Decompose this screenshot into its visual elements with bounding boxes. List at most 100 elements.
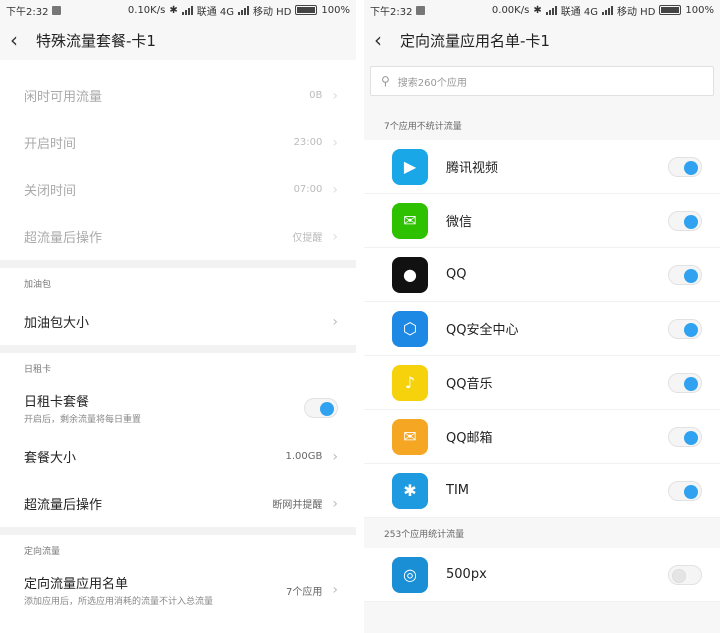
battery-icon <box>295 5 318 15</box>
network-speed: 0.10K/s <box>127 4 166 16</box>
signal-icon <box>181 5 193 15</box>
app-toggle[interactable] <box>668 210 702 231</box>
row-label: 日租卡套餐 <box>24 395 90 410</box>
battery-level: 100% <box>321 4 350 16</box>
row-value: 仅提醒 <box>292 233 323 244</box>
battery-level: 100% <box>685 4 714 16</box>
app-name: QQ邮箱 <box>446 431 493 446</box>
app-row[interactable]: ✉ QQ邮箱 <box>364 410 720 464</box>
start-time-row: 开启时间 23:00 › <box>0 119 356 166</box>
carrier-1: 联通 4G <box>196 6 234 18</box>
back-arrow-icon[interactable]: ‹ <box>10 20 36 60</box>
app-toggle[interactable] <box>668 480 702 501</box>
end-time-row: 关闭时间 07:00 › <box>0 166 356 213</box>
app-row[interactable]: ✱ TIM <box>364 464 720 518</box>
app-row[interactable]: ⬡ QQ安全中心 <box>364 302 720 356</box>
counted-app-list: ◎ 500px <box>364 548 720 602</box>
app-name: QQ音乐 <box>446 377 493 392</box>
qq-music-icon: ♪ <box>392 364 428 401</box>
plan-size-row[interactable]: 套餐大小 1.00GB › <box>0 433 356 480</box>
app-name: 500px <box>446 567 487 582</box>
row-label: 开启时间 <box>24 137 77 152</box>
app-row[interactable]: ▶ 腾讯视频 <box>364 140 720 194</box>
app-name: 微信 <box>446 215 473 230</box>
row-label: 定向流量应用名单 <box>24 577 129 592</box>
carrier-1: 联通 4G <box>560 6 598 18</box>
app-toggle[interactable] <box>668 156 702 177</box>
app-row[interactable]: ● QQ <box>364 248 720 302</box>
row-value: 1.00GB <box>285 451 323 462</box>
tencent-video-icon: ▶ <box>392 148 428 185</box>
battery-icon <box>659 5 682 15</box>
over-limit-action-row: 超流量后操作 仅提醒 › <box>0 213 356 260</box>
signal-icon <box>545 5 557 15</box>
app-row[interactable]: ◎ 500px <box>364 548 720 602</box>
app-toggle[interactable] <box>668 264 702 285</box>
chevron-right-icon: › <box>332 448 338 465</box>
directed-list-row[interactable]: 定向流量应用名单 添加应用后，所选应用消耗的流量不计入总流量 7个应用 › <box>0 565 356 615</box>
chevron-right-icon: › <box>332 134 338 151</box>
row-label: 关闭时间 <box>24 184 77 199</box>
page-title: 定向流量应用名单-卡1 <box>400 31 550 50</box>
signal-icon <box>602 5 613 15</box>
row-label: 套餐大小 <box>24 451 77 466</box>
500px-icon: ◎ <box>392 556 428 593</box>
app-toggle[interactable] <box>668 426 702 447</box>
app-toggle[interactable] <box>668 372 702 393</box>
row-description: 开启后，剩余流量将每日重置 <box>24 415 142 425</box>
special-plan-screen: 下午2:32 0.10K/s ✱ 联通 4G 移动 HD 100% ‹ 特殊流量… <box>0 0 356 633</box>
search-placeholder: 搜索260个应用 <box>397 77 467 89</box>
app-row[interactable]: ♪ QQ音乐 <box>364 356 720 410</box>
row-label: 闲时可用流量 <box>24 90 103 105</box>
chevron-right-icon: › <box>332 181 338 198</box>
wechat-icon: ✉ <box>392 202 428 239</box>
chevron-right-icon: › <box>332 313 338 330</box>
group-header-counted: 253个应用统计流量 <box>384 529 465 540</box>
refuel-size-row[interactable]: 加油包大小 › <box>0 298 356 345</box>
page-title: 特殊流量套餐-卡1 <box>36 31 156 50</box>
search-icon: ⚲ <box>381 74 390 88</box>
bluetooth-icon: ✱ <box>169 4 178 16</box>
row-value: 23:00 <box>293 137 323 148</box>
daily-plan-toggle[interactable] <box>304 398 338 418</box>
chevron-right-icon: › <box>332 87 338 104</box>
daily-plan-row[interactable]: 日租卡套餐 开启后，剩余流量将每日重置 <box>0 383 356 433</box>
status-time: 下午2:32 <box>370 6 413 18</box>
excluded-app-list: ▶ 腾讯视频 ✉ 微信 ● QQ ⬡ QQ安全中心 ♪ QQ音乐 ✉ QQ邮箱 ✱ TIM <box>364 140 720 518</box>
chevron-right-icon: › <box>332 495 338 512</box>
app-name: 腾讯视频 <box>446 161 499 176</box>
notification-icon <box>52 5 62 15</box>
carrier-2: 移动 HD <box>253 6 292 18</box>
app-name: QQ <box>446 267 467 282</box>
app-name: TIM <box>446 483 469 498</box>
signal-icon <box>238 5 249 15</box>
row-value: 07:00 <box>293 184 323 195</box>
chevron-right-icon: › <box>332 582 338 598</box>
section-header-refuel: 加油包 <box>0 268 356 298</box>
app-row[interactable]: ✉ 微信 <box>364 194 720 248</box>
title-bar: ‹ 特殊流量套餐-卡1 <box>0 20 356 60</box>
status-bar: 下午2:32 0.10K/s ✱ 联通 4G 移动 HD 100% <box>0 0 356 20</box>
group-header-excluded: 7个应用不统计流量 <box>384 121 462 132</box>
app-toggle[interactable] <box>668 564 702 585</box>
row-description: 添加应用后，所选应用消耗的流量不计入总流量 <box>24 597 214 607</box>
app-name: QQ安全中心 <box>446 323 519 338</box>
search-input[interactable]: ⚲ 搜索260个应用 <box>370 66 714 96</box>
back-arrow-icon[interactable]: ‹ <box>374 20 400 60</box>
row-label: 加油包大小 <box>24 316 90 331</box>
row-value: 断网并提醒 <box>272 500 323 511</box>
row-value: 0B <box>309 90 323 101</box>
directed-app-list-screen: 下午2:32 0.00K/s ✱ 联通 4G 移动 HD 100% ‹ 定向流量… <box>364 0 720 633</box>
bluetooth-icon: ✱ <box>533 4 542 16</box>
idle-data-row: 闲时可用流量 0B › <box>0 72 356 119</box>
title-bar: ‹ 定向流量应用名单-卡1 <box>364 20 720 60</box>
qq-mail-icon: ✉ <box>392 418 428 455</box>
section-header-daily: 日租卡 <box>0 353 356 383</box>
carrier-2: 移动 HD <box>617 6 656 18</box>
app-toggle[interactable] <box>668 318 702 339</box>
status-bar: 下午2:32 0.00K/s ✱ 联通 4G 移动 HD 100% <box>364 0 720 20</box>
network-speed: 0.00K/s <box>491 4 530 16</box>
chevron-right-icon: › <box>332 228 338 245</box>
over-action-row[interactable]: 超流量后操作 断网并提醒 › <box>0 480 356 527</box>
tim-icon: ✱ <box>392 472 428 509</box>
